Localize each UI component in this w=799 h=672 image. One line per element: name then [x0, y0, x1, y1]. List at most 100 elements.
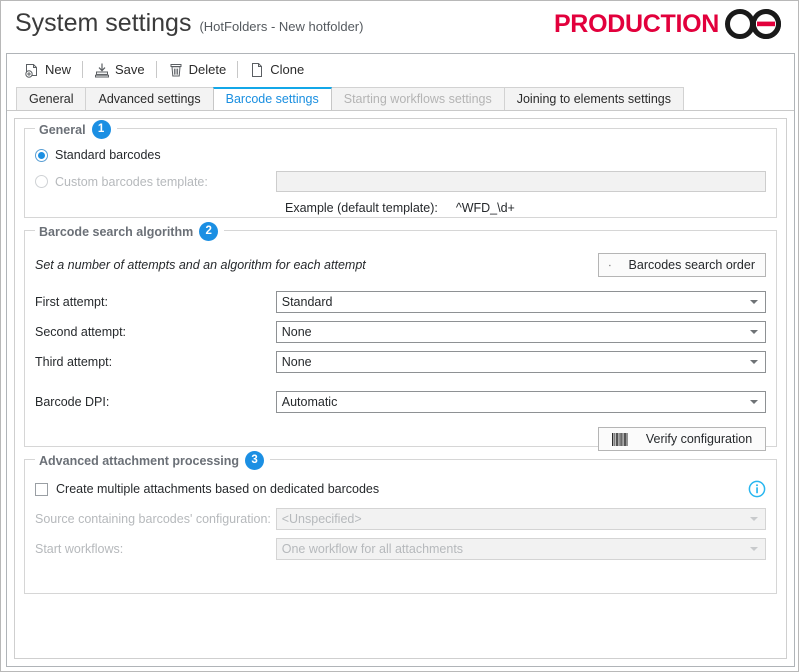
tab-barcode-settings[interactable]: Barcode settings: [212, 87, 332, 110]
chevron-down-icon: [750, 400, 758, 404]
tab-advanced-settings[interactable]: Advanced settings: [85, 87, 214, 110]
clone-button[interactable]: Clone: [242, 59, 311, 81]
chevron-down-icon: [750, 360, 758, 364]
chevron-down-icon: [750, 547, 758, 551]
system-settings-window: System settings (HotFolders - New hotfol…: [0, 0, 799, 672]
window-header: System settings (HotFolders - New hotfol…: [1, 1, 798, 53]
verify-configuration-button-label: Verify configuration: [645, 432, 753, 446]
first-attempt-label: First attempt:: [35, 295, 108, 309]
brand-logo: PRODUCTION: [554, 7, 786, 41]
group-search-legend: Barcode search algorithm 2: [35, 222, 225, 241]
attempt-fields: First attempt: Standard Second attempt: …: [35, 289, 766, 375]
group-advanced-title: Advanced attachment processing: [39, 453, 240, 468]
start-workflows-label: Start workflows:: [35, 542, 124, 556]
third-attempt-value: None: [281, 355, 312, 369]
toolbar-separator: [82, 61, 84, 78]
chevron-down-icon: [750, 330, 758, 334]
start-workflows-select: One workflow for all attachments: [275, 538, 766, 560]
group-general-legend: General 1: [35, 120, 117, 139]
radio-custom-template-label: Custom barcodes template:: [55, 174, 208, 189]
chevron-down-icon: [750, 300, 758, 304]
custom-template-input: [276, 171, 766, 192]
barcode-icon: [611, 432, 628, 446]
step-badge-3: 3: [245, 451, 265, 470]
radio-custom-template: Custom barcodes template:: [35, 172, 276, 192]
brand-logo-mark-icon: [725, 9, 781, 40]
tab-content-barcode-settings: General 1 Standard barcodes Custom barco…: [7, 110, 794, 666]
second-attempt-label: Second attempt:: [35, 325, 127, 339]
create-multiple-attachments-checkbox-box[interactable]: [35, 482, 48, 496]
trash-icon: [170, 63, 182, 76]
tab-general[interactable]: General: [16, 87, 87, 110]
second-attempt-select[interactable]: None: [275, 321, 766, 343]
second-attempt-value: None: [281, 325, 312, 339]
clone-button-label: Clone: [270, 62, 305, 77]
verify-row: Verify configuration: [35, 427, 766, 451]
source-configuration-value: <Unspecified>: [281, 512, 362, 526]
first-attempt-select[interactable]: Standard: [275, 291, 766, 313]
tab-bar: General Advanced settings Barcode settin…: [7, 86, 794, 110]
group-advanced-legend: Advanced attachment processing 3: [35, 451, 271, 470]
search-hint-row: Set a number of attempts and an algorith…: [35, 253, 766, 277]
third-attempt-label: Third attempt:: [35, 355, 113, 369]
group-general-title: General: [39, 122, 86, 137]
tab-general-label: General: [29, 92, 74, 106]
chevron-down-icon: [750, 517, 758, 521]
save-icon: [95, 63, 110, 77]
start-workflows-row: Start workflows: One workflow for all at…: [35, 536, 766, 562]
toolbar-separator: [237, 61, 239, 78]
group-search-title: Barcode search algorithm: [39, 224, 194, 239]
radio-standard-barcodes[interactable]: Standard barcodes: [35, 145, 766, 165]
toolbar-separator: [155, 61, 157, 78]
info-icon[interactable]: [748, 480, 766, 498]
barcodes-search-order-button-label: Barcodes search order: [628, 258, 755, 272]
clone-icon: [252, 62, 263, 77]
group-advanced-attachment-processing: Advanced attachment processing 3 Create …: [24, 451, 777, 594]
radio-standard-barcodes-label: Standard barcodes: [55, 148, 161, 162]
example-label: Example (default template):: [285, 201, 438, 215]
tab-joining-to-elements-settings[interactable]: Joining to elements settings: [503, 87, 684, 110]
example-value: ^WFD_\d+: [455, 201, 515, 215]
source-configuration-row: Source containing barcodes' configuratio…: [35, 506, 766, 532]
delete-button[interactable]: Delete: [161, 59, 234, 81]
step-badge-1: 1: [91, 120, 111, 139]
page-subtitle: (HotFolders - New hotfolder): [199, 19, 364, 34]
source-configuration-label: Source containing barcodes' configuratio…: [35, 512, 271, 526]
content-frame: New Save Delete Clone General Advanced s…: [6, 53, 795, 667]
new-document-icon: [25, 63, 37, 78]
barcode-icon: [609, 264, 611, 266]
third-attempt-row: Third attempt: None: [35, 349, 766, 375]
barcode-dpi-value: Automatic: [281, 395, 338, 409]
brand-logo-text: PRODUCTION: [553, 9, 719, 38]
first-attempt-row: First attempt: Standard: [35, 289, 766, 315]
create-multiple-attachments-checkbox[interactable]: Create multiple attachments based on ded…: [35, 482, 379, 496]
barcode-dpi-row: Barcode DPI: Automatic: [35, 389, 766, 415]
multiple-attachments-row: Create multiple attachments based on ded…: [35, 480, 766, 498]
group-general: General 1 Standard barcodes Custom barco…: [24, 120, 777, 218]
save-button[interactable]: Save: [87, 59, 152, 81]
tab-starting-workflows-settings: Starting workflows settings: [330, 87, 505, 110]
delete-button-label: Delete: [188, 62, 227, 77]
barcode-dpi-select[interactable]: Automatic: [275, 391, 766, 413]
verify-configuration-button[interactable]: Verify configuration: [598, 427, 766, 451]
custom-template-row: Custom barcodes template:: [35, 171, 766, 192]
step-badge-2: 2: [199, 222, 219, 241]
third-attempt-select[interactable]: None: [275, 351, 766, 373]
tab-advanced-settings-label: Advanced settings: [98, 92, 201, 106]
page-title: System settings: [15, 9, 192, 37]
tab-starting-workflows-settings-label: Starting workflows settings: [343, 92, 492, 106]
example-row: Example (default template): ^WFD_\d+: [35, 201, 766, 215]
save-button-label: Save: [115, 62, 145, 77]
radio-standard-barcodes-indicator[interactable]: [35, 148, 48, 162]
toolbar: New Save Delete Clone: [7, 54, 794, 86]
second-attempt-row: Second attempt: None: [35, 319, 766, 345]
barcode-dpi-label: Barcode DPI:: [35, 395, 110, 409]
source-configuration-select: <Unspecified>: [275, 508, 766, 530]
group-barcode-search-algorithm: Barcode search algorithm 2 Set a number …: [24, 222, 777, 451]
first-attempt-value: Standard: [281, 295, 333, 309]
search-hint-text: Set a number of attempts and an algorith…: [35, 258, 366, 272]
create-multiple-attachments-label: Create multiple attachments based on ded…: [56, 482, 380, 496]
radio-custom-template-indicator: [35, 175, 48, 188]
new-button[interactable]: New: [17, 59, 78, 81]
barcodes-search-order-button[interactable]: Barcodes search order: [598, 253, 766, 277]
